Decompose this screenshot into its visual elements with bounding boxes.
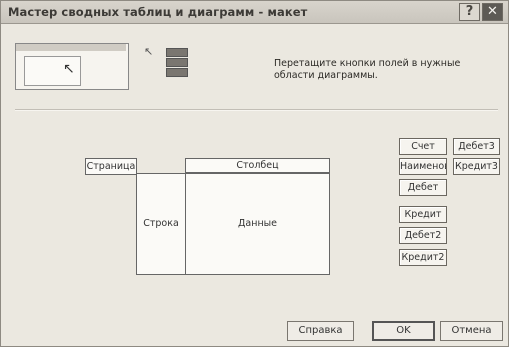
field-button[interactable]: Дебет2 bbox=[399, 227, 447, 244]
row-zone[interactable]: Строка bbox=[136, 173, 186, 275]
preview-strip bbox=[16, 44, 126, 51]
field-button[interactable]: Наименов bbox=[399, 158, 447, 175]
cursor-icon: ↖ bbox=[63, 61, 75, 77]
field-button[interactable]: Дебет bbox=[399, 179, 447, 196]
preview-field-button bbox=[166, 48, 188, 57]
field-button[interactable]: Кредит2 bbox=[399, 249, 447, 266]
field-button[interactable]: Счет bbox=[399, 138, 447, 155]
ok-button[interactable]: OK bbox=[372, 321, 435, 341]
close-icon[interactable]: ✕ bbox=[482, 3, 503, 21]
preview-field-button bbox=[166, 58, 188, 67]
preview-field-button bbox=[166, 68, 188, 77]
page-zone[interactable]: Страница bbox=[85, 158, 137, 175]
title-bar: Мастер сводных таблиц и диаграмм - макет… bbox=[1, 1, 508, 24]
field-button[interactable]: Кредит3 bbox=[453, 158, 500, 175]
column-zone[interactable]: Столбец bbox=[185, 158, 330, 173]
instruction-text: Перетащите кнопки полей в нужные области… bbox=[274, 58, 461, 81]
field-button[interactable]: Дебет3 bbox=[453, 138, 500, 155]
data-zone[interactable]: Данные bbox=[185, 173, 330, 275]
help-icon[interactable]: ? bbox=[459, 3, 480, 21]
divider bbox=[15, 109, 498, 111]
cancel-button[interactable]: Отмена bbox=[440, 321, 503, 341]
cursor-icon: ↖ bbox=[144, 45, 154, 58]
help-button[interactable]: Справка bbox=[287, 321, 354, 341]
field-button[interactable]: Кредит bbox=[399, 206, 447, 223]
dialog-window: Мастер сводных таблиц и диаграмм - макет… bbox=[0, 0, 509, 347]
window-title: Мастер сводных таблиц и диаграмм - макет bbox=[8, 5, 308, 19]
